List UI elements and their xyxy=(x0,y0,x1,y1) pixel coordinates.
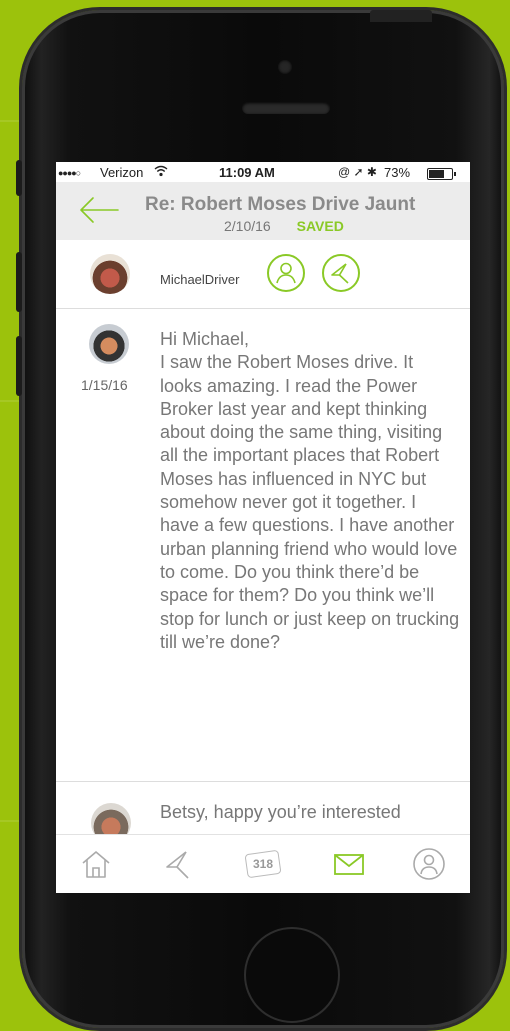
profile-button[interactable] xyxy=(267,254,305,292)
bg-line xyxy=(0,820,24,822)
home-button[interactable] xyxy=(244,927,340,1023)
points-badge[interactable]: 318 xyxy=(246,852,280,876)
battery-icon xyxy=(427,168,456,180)
system-icons: @ ➚ ✱ xyxy=(338,165,377,179)
power-button xyxy=(370,10,432,22)
participant-name[interactable]: MichaelDriver xyxy=(160,272,239,287)
message-divider xyxy=(56,781,470,782)
profile-icon[interactable] xyxy=(411,846,447,882)
message-body: Betsy, happy you’re interested xyxy=(160,802,401,822)
message-body: Hi Michael, I saw the Robert Moses drive… xyxy=(160,329,460,652)
volume-down-button xyxy=(16,336,22,396)
wifi-icon xyxy=(154,165,168,180)
front-camera xyxy=(278,60,292,74)
mail-icon[interactable] xyxy=(331,846,367,882)
avatar[interactable] xyxy=(89,324,129,364)
back-arrow-icon[interactable] xyxy=(78,195,120,225)
mute-switch xyxy=(16,160,22,196)
avatar[interactable] xyxy=(90,254,130,294)
bg-line xyxy=(0,120,24,122)
battery-fill xyxy=(429,170,444,178)
volume-up-button xyxy=(16,252,22,312)
earpiece-speaker xyxy=(242,102,330,114)
conversation-meta: 2/10/16 SAVED xyxy=(224,218,344,234)
signal-strength: ●●●●○ xyxy=(58,168,81,178)
app-screen: ●●●●○ Verizon 11:09 AM @ ➚ ✱ 73% Re: Rob… xyxy=(56,162,470,893)
bg-line xyxy=(0,400,24,402)
message-date: 1/15/16 xyxy=(81,377,128,393)
status-bar: ●●●●○ Verizon 11:09 AM @ ➚ ✱ 73% xyxy=(56,162,470,182)
navigation-icon[interactable] xyxy=(161,846,197,882)
saved-status-badge: SAVED xyxy=(296,218,344,234)
conversation-subject: Re: Robert Moses Drive Jaunt xyxy=(145,194,416,215)
battery-nub xyxy=(454,172,456,176)
participants-row: MichaelDriver xyxy=(56,240,470,309)
navigate-button[interactable] xyxy=(322,254,360,292)
conversation-date: 2/10/16 xyxy=(224,218,271,234)
clock: 11:09 AM xyxy=(219,165,275,180)
navigation-icon xyxy=(331,263,349,284)
carrier-name: Verizon xyxy=(100,165,144,180)
tab-bar: 318 xyxy=(56,834,470,893)
conversation-header: Re: Robert Moses Drive Jaunt 2/10/16 SAV… xyxy=(56,182,470,240)
battery-percentage: 73% xyxy=(384,165,411,180)
home-icon[interactable] xyxy=(78,846,114,882)
profile-icon xyxy=(276,262,296,284)
